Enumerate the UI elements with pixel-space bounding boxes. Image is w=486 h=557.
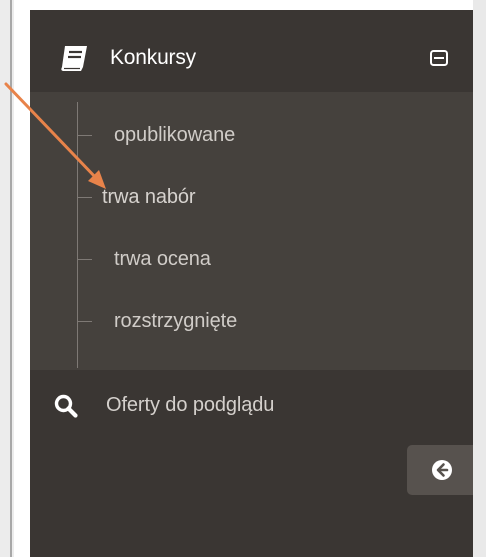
tree-tick <box>77 135 92 136</box>
collapse-sidebar-button[interactable] <box>407 445 473 495</box>
menu-konkursy[interactable]: Konkursy <box>30 10 473 92</box>
submenu-item-label: opublikowane <box>114 124 236 146</box>
book-icon <box>61 46 87 71</box>
right-edge <box>473 0 486 557</box>
submenu-item-trwa-ocena[interactable]: trwa ocena <box>30 230 473 290</box>
tree-tick <box>77 321 92 322</box>
submenu-item-rozstrzygniete[interactable]: rozstrzygnięte <box>30 292 473 352</box>
search-icon <box>54 394 78 418</box>
submenu-item-label: trwa ocena <box>114 248 211 270</box>
submenu-item-opublikowane[interactable]: opublikowane <box>30 106 473 166</box>
screenshot-frame: Konkursy opublikowane trwa nabór trwa oc… <box>0 0 486 557</box>
tree-tick <box>77 197 92 198</box>
menu-item-label: Oferty do podglądu <box>106 394 275 416</box>
menu-title: Konkursy <box>110 46 196 69</box>
minus-square-icon[interactable] <box>430 50 448 66</box>
arrow-circle-left-icon <box>432 460 452 480</box>
left-edge-line <box>10 0 12 557</box>
submenu-item-label: trwa nabór <box>102 186 196 208</box>
submenu-item-trwa-nabor[interactable]: trwa nabór <box>30 168 473 228</box>
submenu-item-label: rozstrzygnięte <box>114 310 238 332</box>
sidebar: Konkursy opublikowane trwa nabór trwa oc… <box>30 10 473 557</box>
submenu-konkursy: opublikowane trwa nabór trwa ocena rozst… <box>30 92 473 370</box>
tree-tick <box>77 259 92 260</box>
menu-oferty-do-podgladu[interactable]: Oferty do podglądu <box>30 370 473 440</box>
